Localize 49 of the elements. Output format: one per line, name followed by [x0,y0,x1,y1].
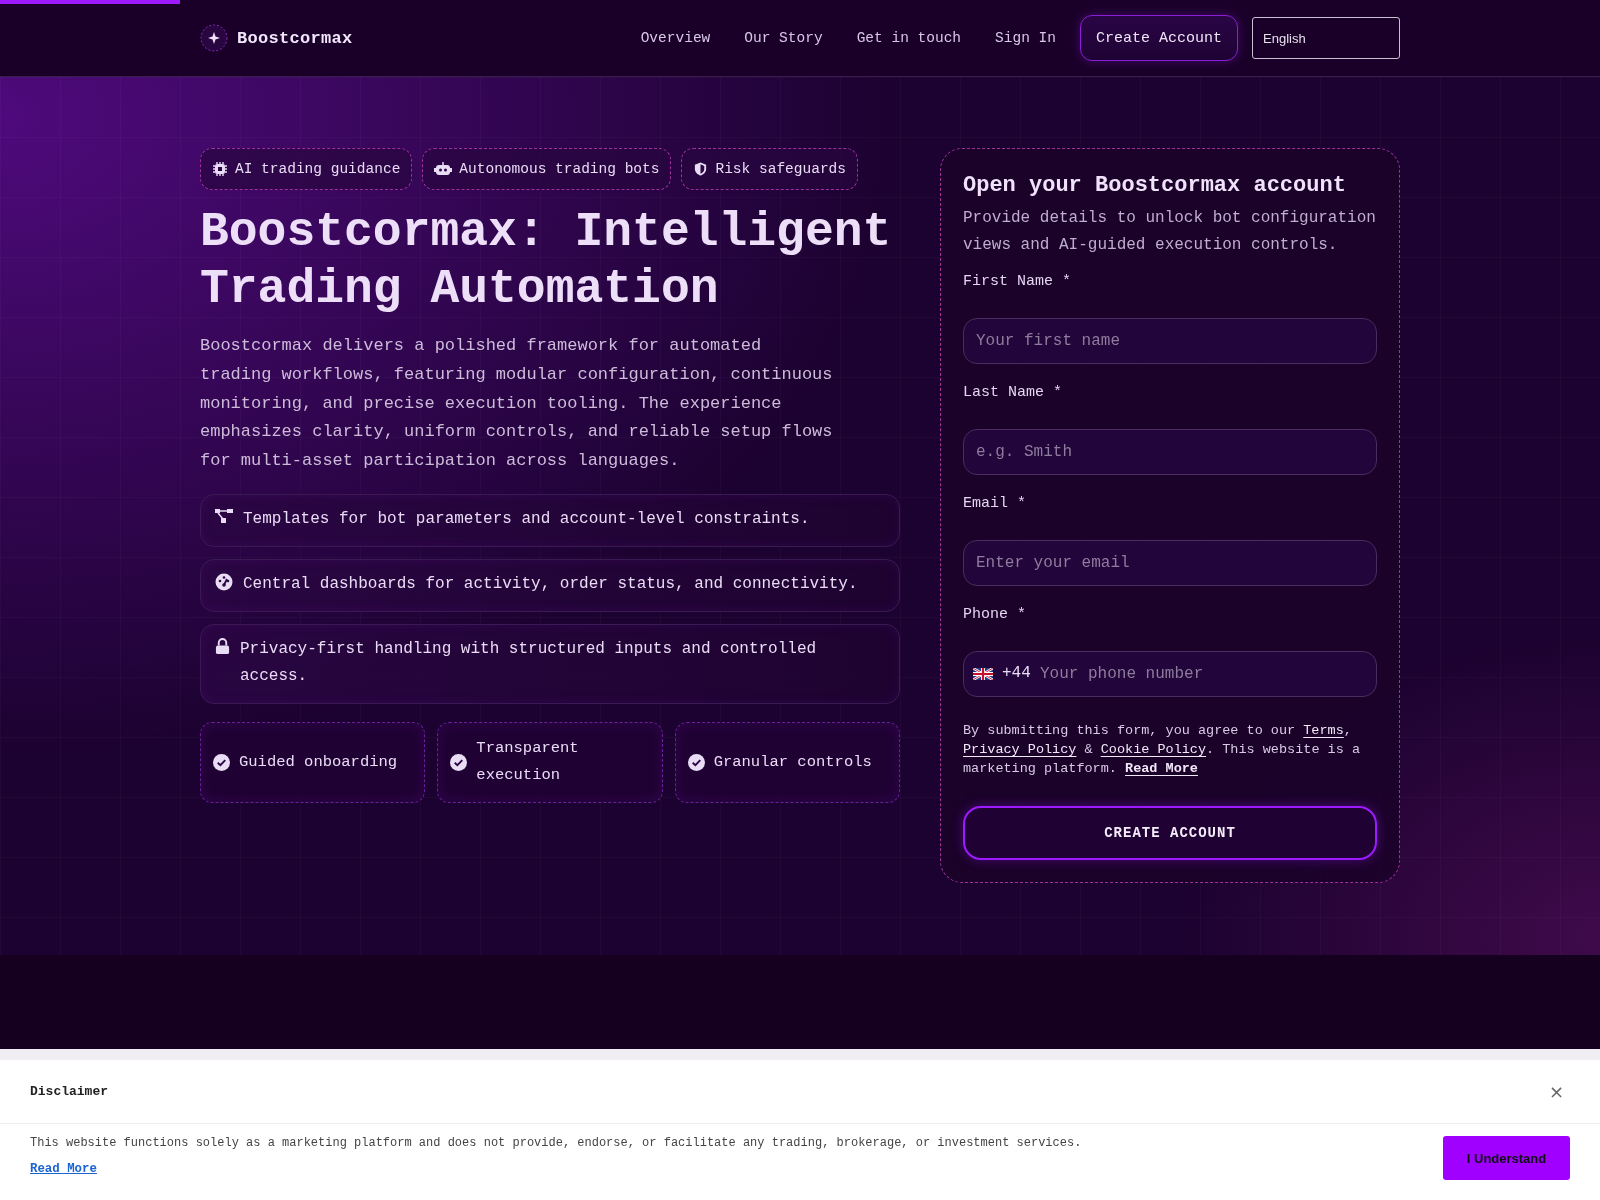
create-account-button[interactable]: Create Account [1079,15,1238,61]
read-more-link[interactable]: Read More [30,1162,97,1176]
nodes-icon [215,508,233,524]
feature-tag: Autonomous trading bots [422,148,672,190]
check-circle-icon [687,754,705,771]
nav-link[interactable]: Get in touch [848,24,970,52]
nav-link[interactable]: Overview [632,24,719,52]
consent-text: By submitting this form, you agree to our Terms, Privacy Policy & Cookie Policy. This website is a marketing platform. Read More [963,722,1361,778]
chip-icon [212,161,228,177]
form-title: Open your Boostcormax account [963,172,1347,200]
input-field[interactable]: Enter your email [963,540,1377,586]
highlight-text: Guided onboarding [239,752,398,773]
feature-tag: Risk safeguards [681,148,858,190]
feature-text: Privacy-first handling with structured inputs and controlled access. [240,639,818,687]
robot-icon [434,161,453,177]
check-circle-icon [213,754,230,771]
policy-link[interactable]: Cookie Policy [1100,742,1207,757]
lock-icon [215,638,230,655]
nav-link[interactable]: Sign In [987,24,1064,52]
policy-link[interactable]: Terms [1303,723,1344,738]
nav-link[interactable]: Our Story [736,24,831,52]
brand-name[interactable]: Boostcormax [237,28,353,48]
submit-button[interactable]: CREATE ACCOUNT [963,806,1377,860]
country-code[interactable]: +44 [1002,664,1031,682]
input-field[interactable]: Your first name [963,318,1377,364]
field-label: Email * [963,495,1027,512]
field-label: First Name * [963,273,1073,290]
field-label: Phone * [963,606,1027,623]
form-subtitle: Provide details to unlock bot configuration views and AI-guided execution controls. [963,208,1377,256]
feature-text: Central dashboards for activity, order status, and connectivity. [243,574,858,595]
read-more-link[interactable]: Read More [1125,761,1198,776]
close-button[interactable]: × [1542,1081,1570,1102]
hero-title: Boostcormax: Intelligent Trading Automation [200,204,893,318]
input-field[interactable]: e.g. Smith [963,429,1377,475]
disclaimer-text: This website functions solely as a marketing platform and does not provide, endorse, or facilitate any trading, brokerage, or investment services. [30,1136,1082,1150]
sparkle-logo-icon [200,24,228,52]
understand-button[interactable]: I Understand [1443,1136,1570,1180]
feature-tag: AI trading guidance [200,148,413,190]
gauge-icon [215,573,233,591]
highlight-text: Granular controls [713,752,872,773]
language-select[interactable]: English [1252,17,1400,59]
field-label: Last Name * [963,384,1064,401]
disclaimer-title: Disclaimer [30,1084,108,1099]
policy-link[interactable]: Privacy Policy [963,742,1077,757]
shield-icon [693,161,709,177]
check-circle-icon [450,754,468,771]
hero-description: Boostcormax delivers a polished framework for automated trading workflows, featuring modular configuration, continuous monitoring, and precise execution tooling. The experience emphasizes clarity, uniform controls, and reliable setup flows for multi-asset participation across languages. [200,335,834,473]
feature-text: Templates for bot parameters and account-level constraints. [243,509,810,530]
highlight-text: Transparent execution [476,738,580,787]
